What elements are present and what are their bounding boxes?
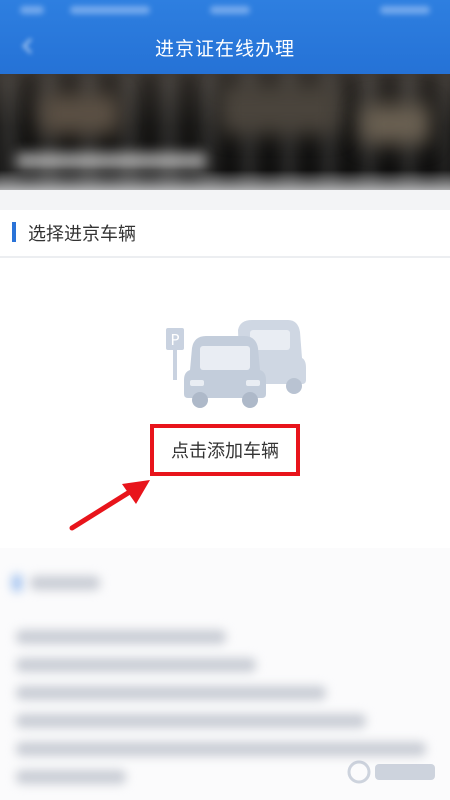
- section-title: 选择进京车辆: [28, 224, 136, 245]
- watermark-logo: [347, 760, 435, 784]
- page-title: 进京证在线办理: [154, 38, 295, 60]
- section-accent-bar: [12, 222, 16, 242]
- section-header: 选择进京车辆: [0, 210, 450, 256]
- status-bar: [20, 6, 430, 18]
- add-vehicle-button[interactable]: 点击添加车辆: [150, 424, 300, 476]
- red-arrow-icon: [69, 480, 150, 531]
- svg-text:P: P: [170, 331, 179, 349]
- parked-cars-icon: P: [166, 320, 306, 408]
- app-header: 进京证在线办理: [0, 0, 450, 74]
